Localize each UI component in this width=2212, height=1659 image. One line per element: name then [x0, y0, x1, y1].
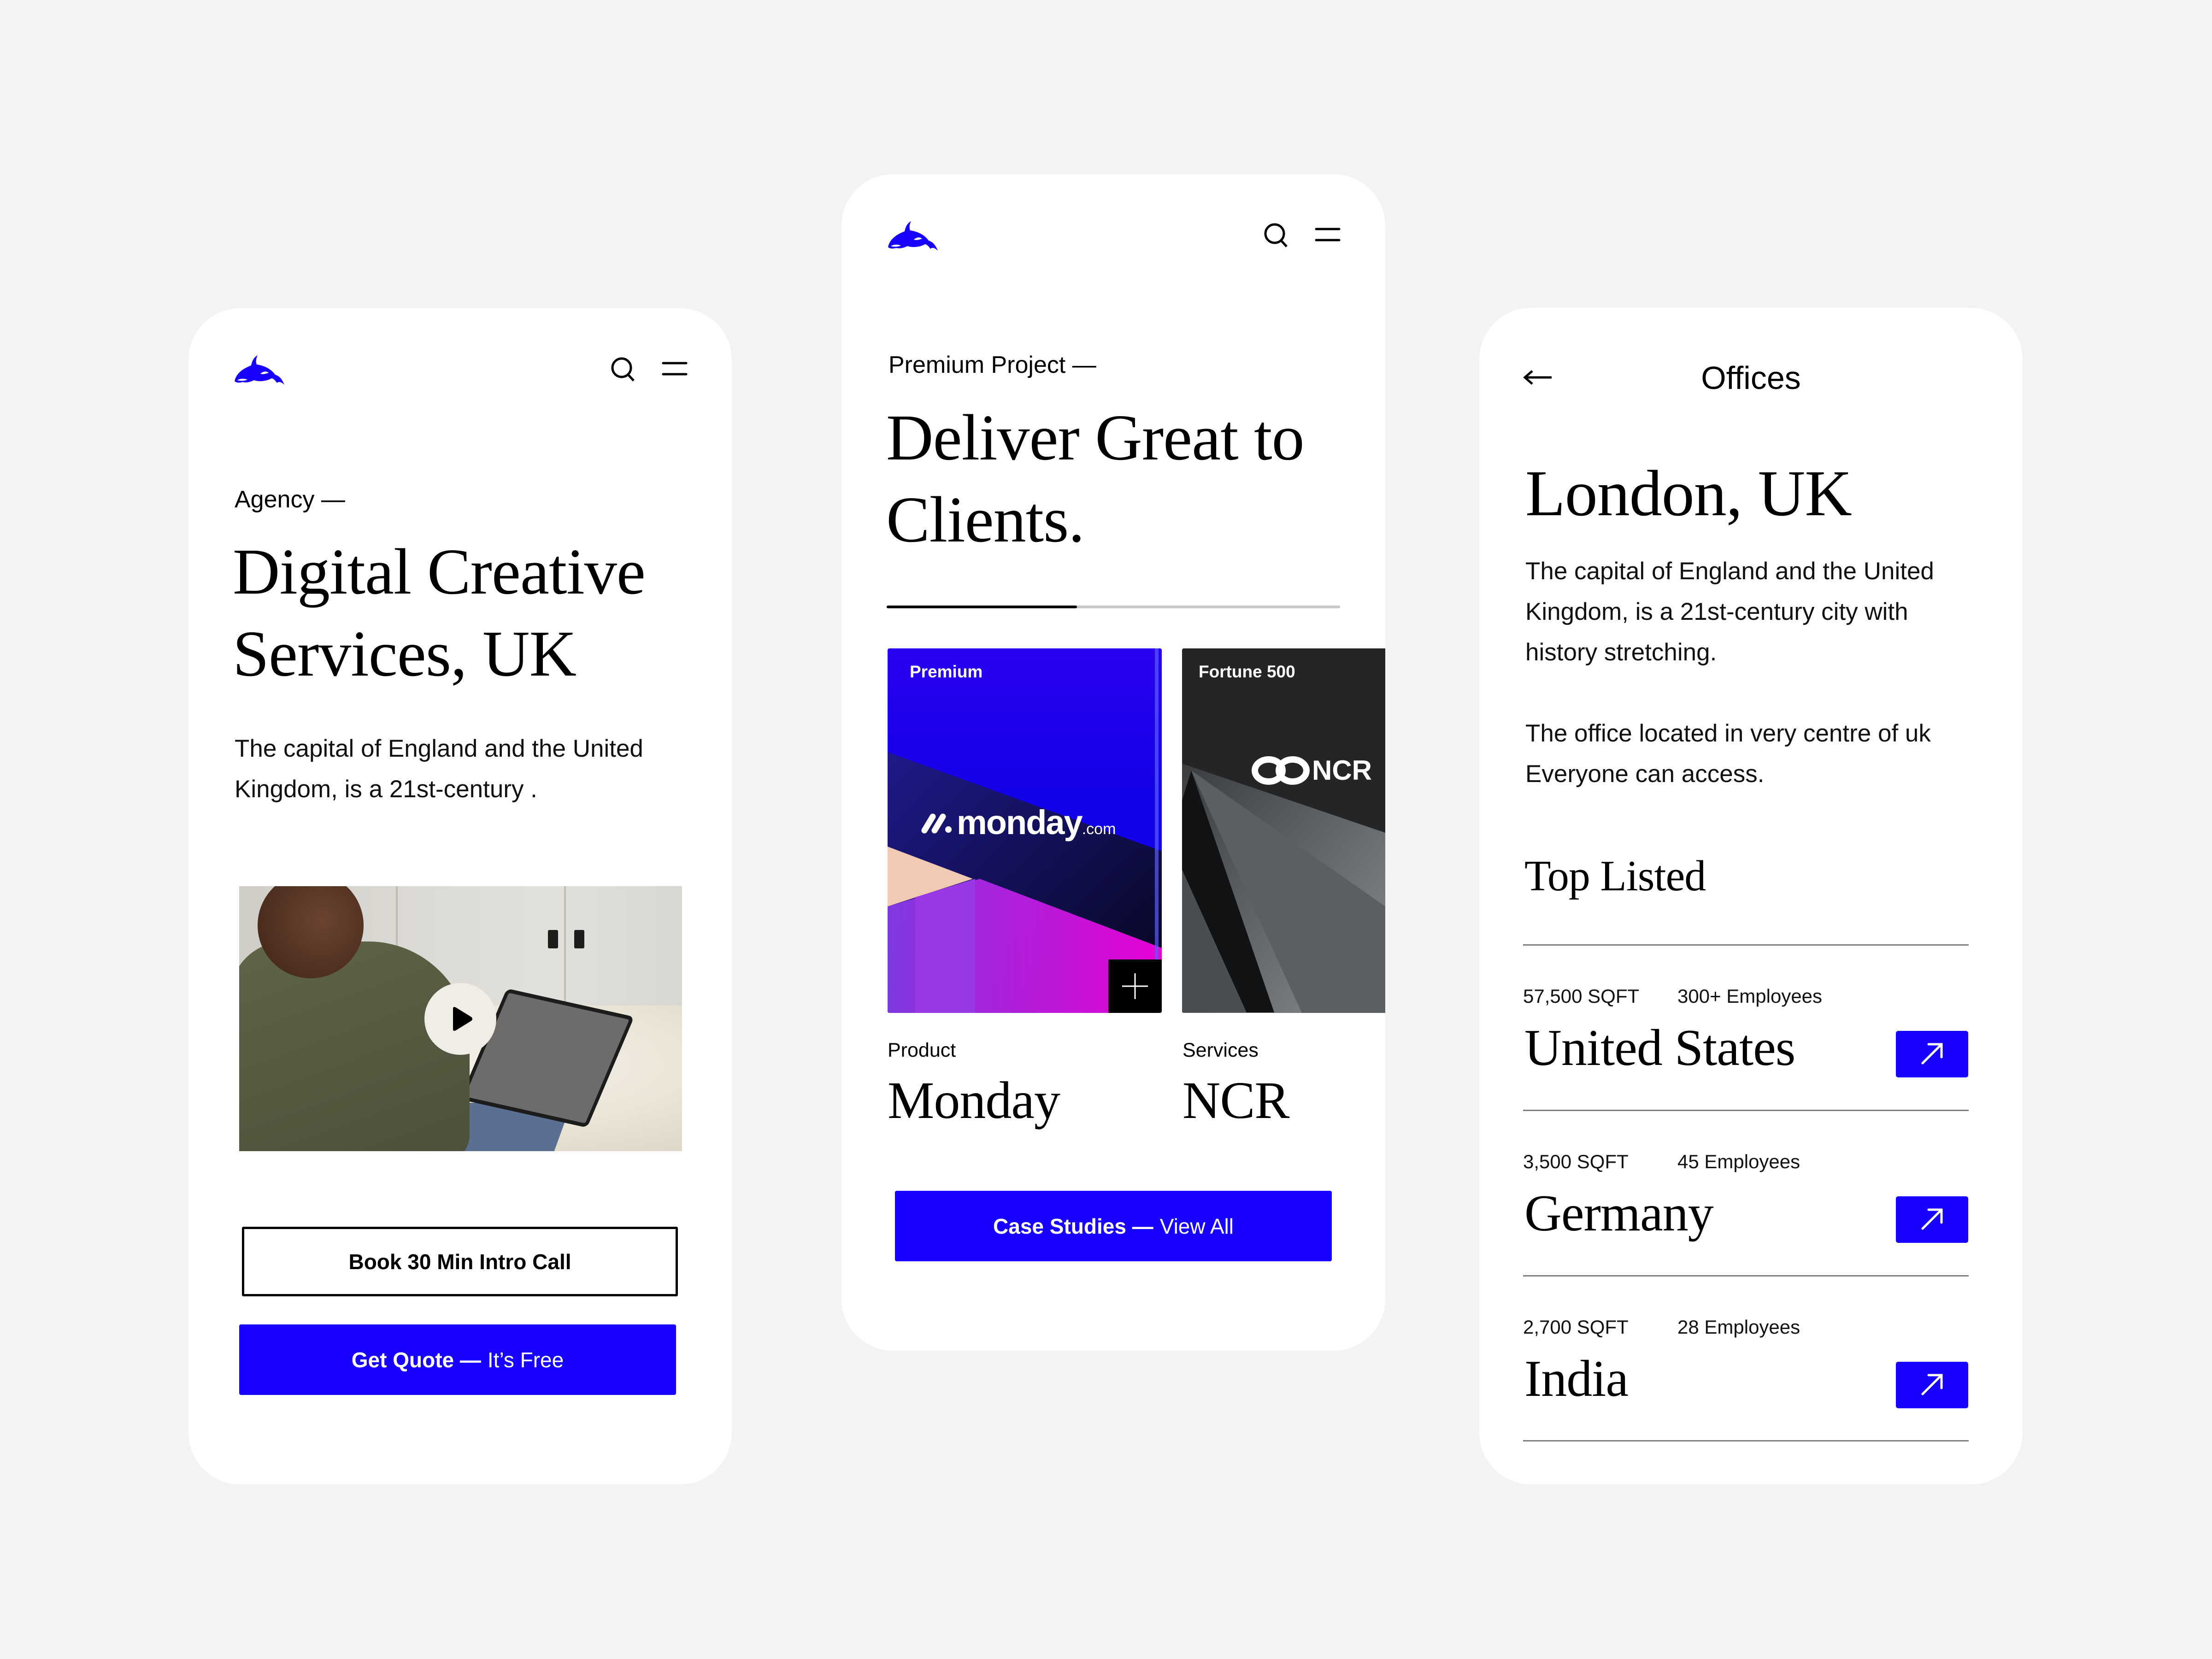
- arrow-up-right-icon: [1921, 1374, 1943, 1395]
- paragraph-line: Kingdom, is a 21st-century .: [235, 776, 537, 803]
- page-headline: Deliver Great to Clients.: [886, 396, 1305, 560]
- get-quote-button[interactable]: Get Quote — It’s Free: [239, 1324, 676, 1395]
- add-project-button[interactable]: [1108, 959, 1162, 1013]
- office-employees: 300+ Employees: [1677, 985, 1823, 1007]
- project-card-monday[interactable]: Premium monday .com: [888, 648, 1162, 1013]
- menu-icon[interactable]: [1315, 227, 1341, 243]
- ncr-logo: NCR: [1251, 754, 1372, 786]
- paragraph-line: Kingdom, is a 21st-century city with: [1525, 598, 1908, 625]
- monday-logo-suffix: .com: [1082, 820, 1116, 838]
- paragraph-line: The capital of England and the United: [1525, 558, 1934, 585]
- projects-screen: Premium Project — Deliver Great to Clien…: [841, 174, 1385, 1351]
- project-card-ncr[interactable]: Fortune 500 NCR: [1182, 648, 1385, 1013]
- video-thumbnail[interactable]: [239, 886, 682, 1151]
- headline-line: Digital Creative: [233, 535, 646, 608]
- open-office-button[interactable]: [1896, 1196, 1968, 1243]
- arrow-up-right-icon: [1921, 1208, 1943, 1230]
- office-country: Germany: [1524, 1185, 1714, 1242]
- paragraph-line: history stretching.: [1525, 639, 1717, 666]
- monday-logo: monday .com: [921, 803, 1116, 842]
- office-description: The office located in very centre of uk …: [1525, 713, 1931, 794]
- search-icon[interactable]: [1264, 222, 1289, 249]
- screen-title: Offices: [1701, 360, 1801, 396]
- city-description: The capital of England and the United Ki…: [1525, 551, 1934, 673]
- eyebrow-label: Agency —: [235, 486, 345, 513]
- office-list-item[interactable]: 3,500 SQFT 45 Employees Germany: [1523, 1110, 1969, 1275]
- button-label-light: View All: [1159, 1214, 1234, 1238]
- button-label: Book 30 Min Intro Call: [348, 1249, 571, 1274]
- orca-logo-icon[interactable]: [234, 354, 285, 386]
- project-name[interactable]: NCR: [1182, 1071, 1289, 1130]
- carousel-progress-fill: [887, 606, 1077, 608]
- paragraph-line: Everyone can access.: [1525, 760, 1765, 788]
- button-label-strong: Get Quote —: [351, 1347, 481, 1372]
- case-studies-view-all-button[interactable]: Case Studies — View All: [895, 1191, 1332, 1261]
- paragraph-line: The office located in very centre of uk: [1525, 720, 1931, 747]
- carousel-progress: [887, 606, 1340, 608]
- arrow-up-right-icon: [1921, 1043, 1943, 1065]
- headline-line: Clients.: [886, 483, 1085, 556]
- menu-icon[interactable]: [662, 361, 688, 377]
- project-category: Services: [1182, 1039, 1259, 1061]
- office-employees: 28 Employees: [1677, 1316, 1800, 1338]
- play-button[interactable]: [424, 983, 496, 1055]
- headline-line: Deliver Great to: [886, 401, 1305, 474]
- play-icon: [453, 1007, 472, 1031]
- ncr-mark-icon: [1252, 756, 1310, 785]
- ncr-artwork: [1182, 764, 1385, 1013]
- office-country: India: [1524, 1350, 1629, 1407]
- photo-detail: [548, 930, 558, 948]
- office-sqft: 3,500 SQFT: [1523, 1151, 1629, 1172]
- offices-screen: Offices London, UK The capital of Englan…: [1479, 308, 2023, 1484]
- project-category: Product: [888, 1039, 956, 1061]
- orca-logo-icon[interactable]: [887, 220, 939, 252]
- open-office-button[interactable]: [1896, 1031, 1968, 1077]
- office-sqft: 2,700 SQFT: [1523, 1316, 1629, 1338]
- monday-logo-text: monday: [957, 803, 1083, 841]
- book-intro-call-button[interactable]: Book 30 Min Intro Call: [242, 1227, 678, 1296]
- button-label-light: It’s Free: [487, 1347, 564, 1372]
- open-office-button[interactable]: [1896, 1362, 1968, 1408]
- office-list-item[interactable]: 2,700 SQFT 28 Employees India: [1523, 1276, 1969, 1440]
- office-sqft: 57,500 SQFT: [1523, 985, 1640, 1007]
- office-country: United States: [1524, 1019, 1795, 1077]
- city-title: London, UK: [1525, 457, 1852, 529]
- agency-screen: Agency — Digital Creative Services, UK T…: [188, 308, 732, 1484]
- photo-detail: [239, 941, 470, 1151]
- plus-icon: [1122, 973, 1148, 999]
- ncr-logo-text: NCR: [1312, 755, 1372, 786]
- section-title: Top Listed: [1524, 852, 1706, 900]
- button-label-strong: Case Studies —: [993, 1214, 1153, 1238]
- project-name[interactable]: Monday: [888, 1071, 1060, 1130]
- divider: [1523, 1440, 1969, 1441]
- office-list-item[interactable]: 57,500 SQFT 300+ Employees United States: [1523, 945, 1969, 1109]
- search-icon[interactable]: [611, 356, 636, 383]
- paragraph-line: The capital of England and the United: [235, 735, 643, 762]
- page-headline: Digital Creative Services, UK: [233, 530, 646, 694]
- photo-detail: [574, 930, 584, 948]
- eyebrow-label: Premium Project —: [888, 352, 1096, 378]
- monday-mark-icon: [921, 813, 952, 834]
- headline-line: Services, UK: [233, 617, 577, 690]
- project-tag: Fortune 500: [1199, 662, 1295, 681]
- intro-paragraph: The capital of England and the United Ki…: [235, 729, 643, 810]
- office-employees: 45 Employees: [1677, 1151, 1800, 1172]
- project-tag: Premium: [910, 662, 983, 681]
